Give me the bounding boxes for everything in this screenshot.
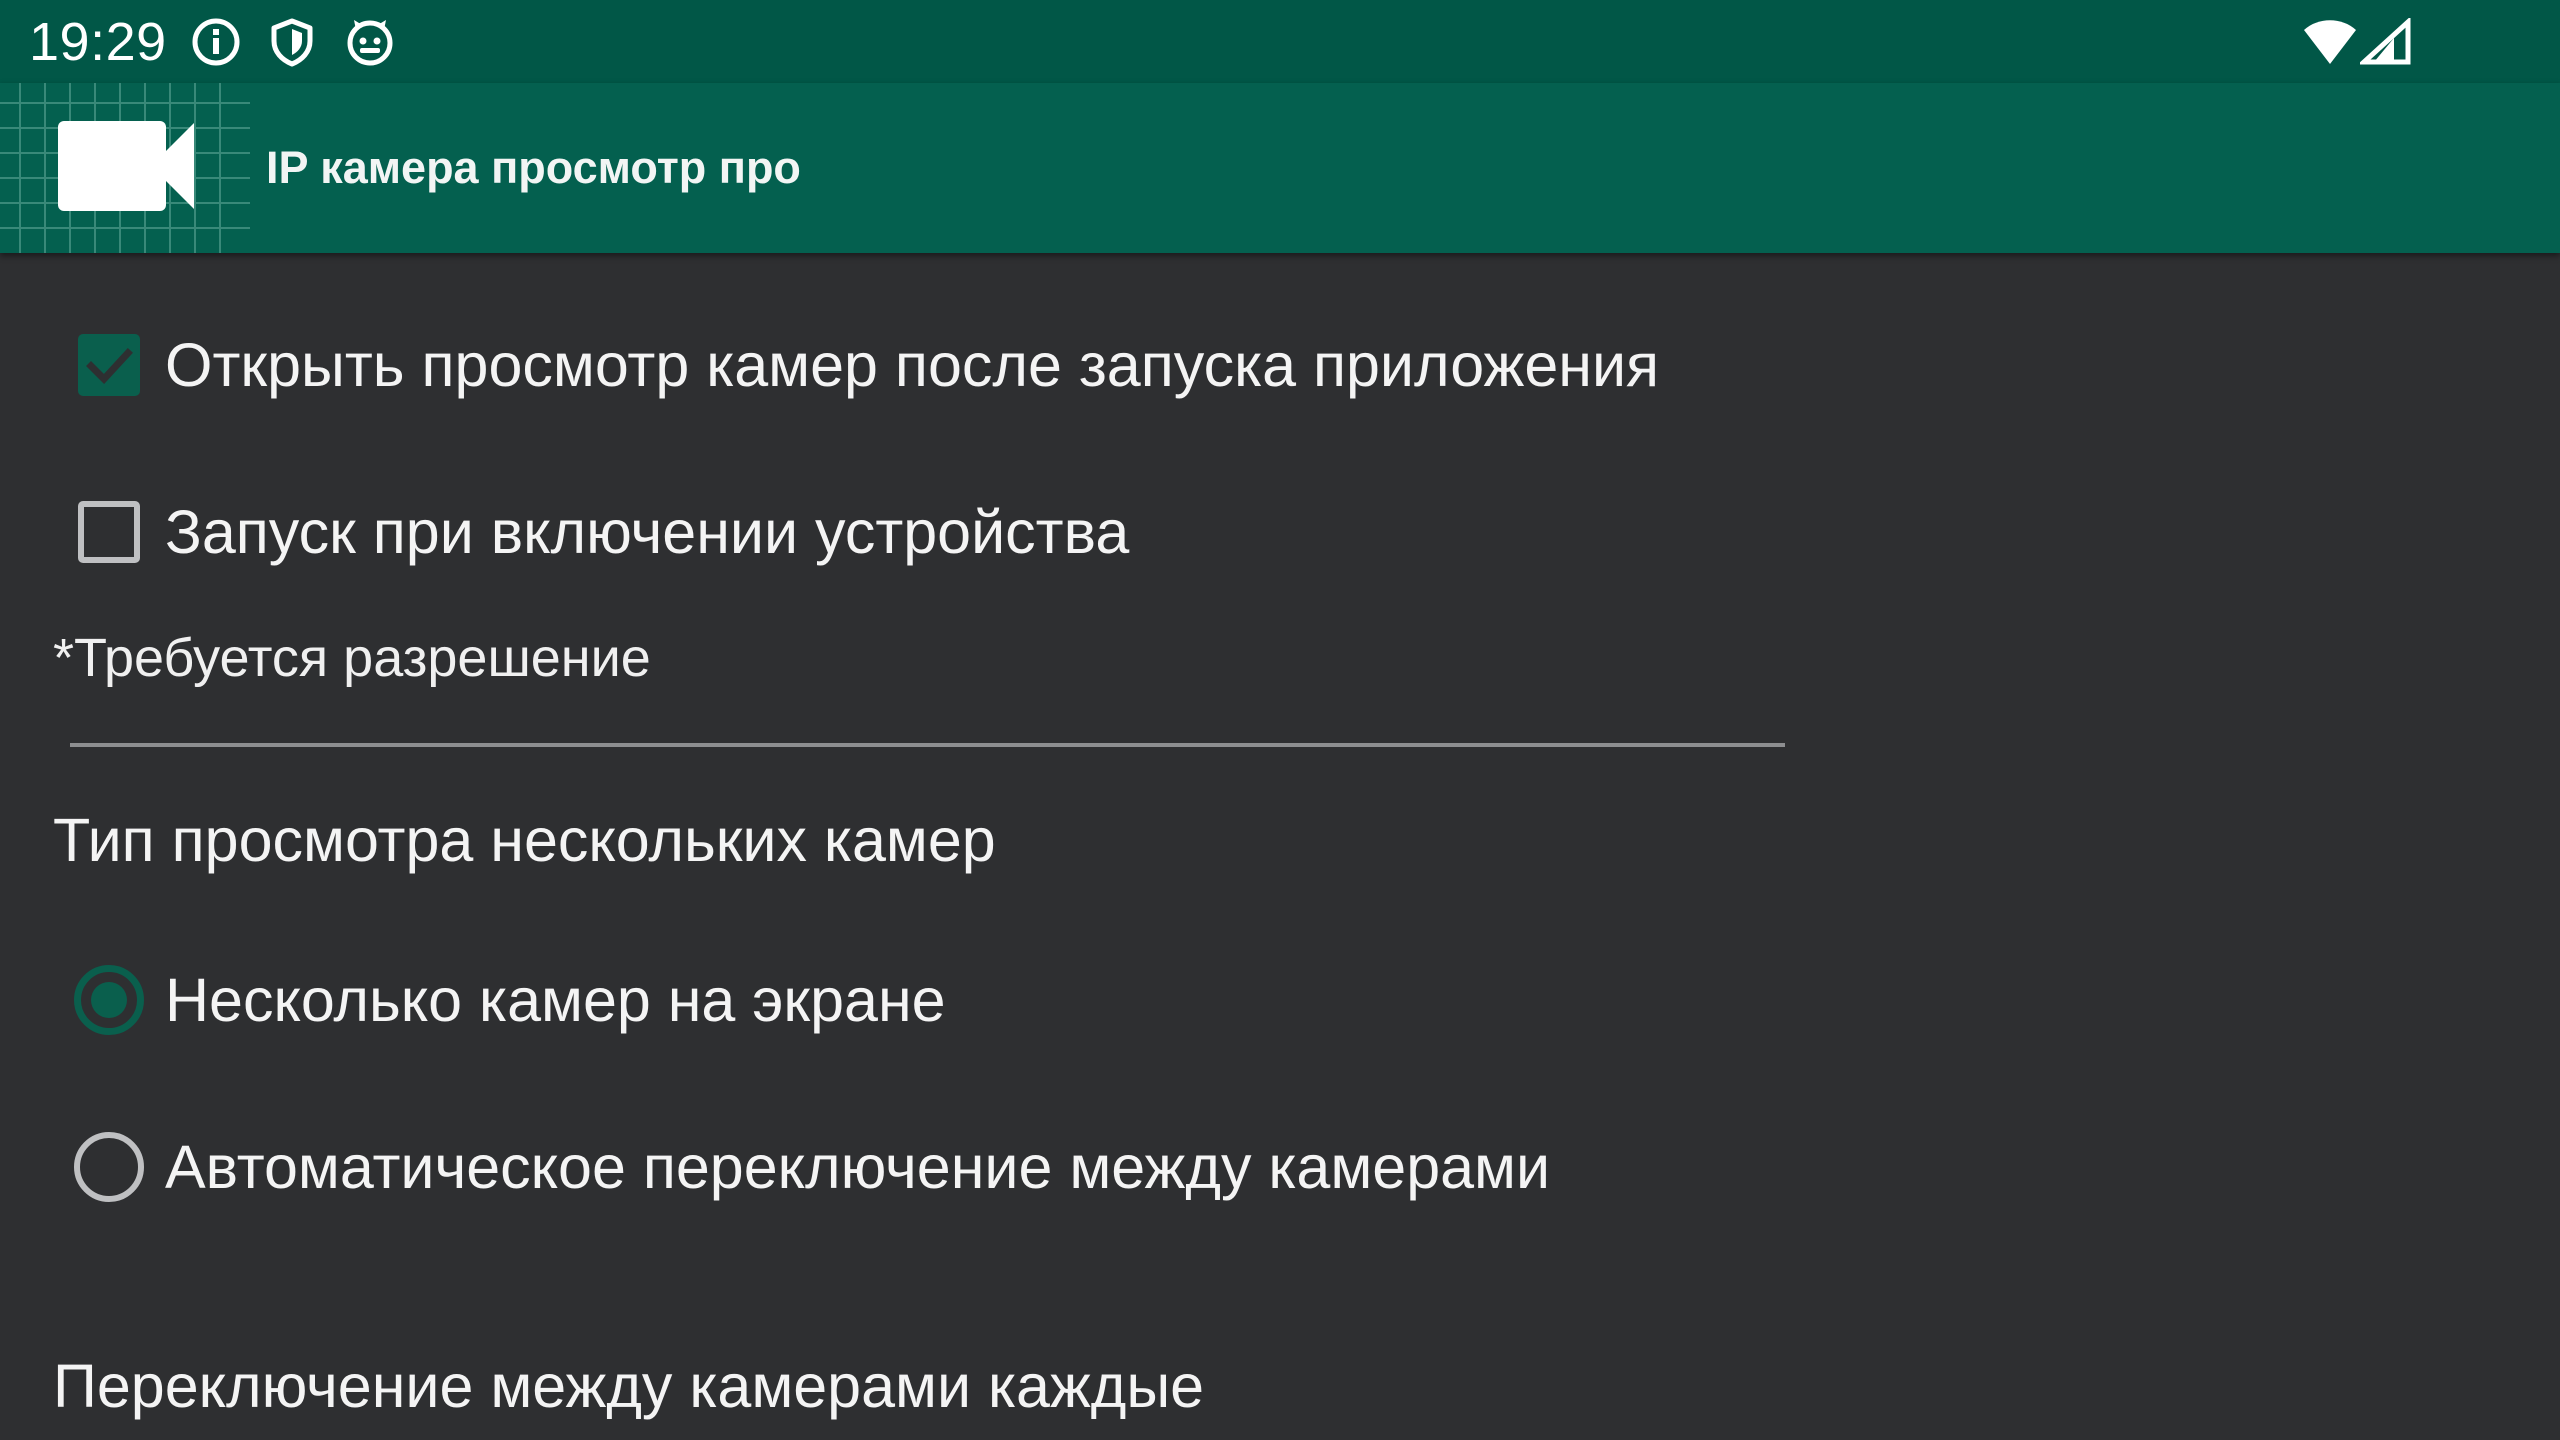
start-on-boot-label: Запуск при включении устройства [165,498,1130,566]
permission-note: *Требуется разрешение [53,628,651,688]
open-on-start-checkbox[interactable] [78,334,140,396]
multi-screen-radio[interactable] [74,965,144,1035]
divider [70,743,1785,747]
status-time: 19:29 [29,12,167,72]
cellular-signal-icon [2357,16,2412,66]
radio-option-multi-screen[interactable]: Несколько камер на экране [0,950,1800,1050]
start-on-boot-row[interactable]: Запуск при включении устройства [0,482,1800,582]
auto-switch-label: Автоматическое переключение между камера… [165,1133,1551,1201]
switch-interval-title[interactable]: Переключение между камерами каждые [53,1348,1204,1424]
app-title: IP камера просмотр про [266,142,801,193]
video-camera-icon [0,83,250,253]
app-bar: IP камера просмотр про [0,83,2560,253]
open-on-start-label: Открыть просмотр камер после запуска при… [165,331,1660,399]
status-bar: 19:29 [0,0,2560,83]
checkmark-icon [86,348,133,385]
cat-face-icon [344,16,396,68]
multi-screen-label: Несколько камер на экране [165,966,946,1034]
radio-option-auto-switch[interactable]: Автоматическое переключение между камера… [0,1117,1800,1217]
open-on-start-row[interactable]: Открыть просмотр камер после запуска при… [0,315,1800,415]
info-icon [190,16,242,68]
shield-icon [266,16,318,68]
auto-switch-radio[interactable] [74,1132,144,1202]
start-on-boot-checkbox[interactable] [78,501,140,563]
settings-content: Открыть просмотр камер после запуска при… [0,253,2560,1440]
wifi-icon [2302,18,2358,66]
multi-view-title: Тип просмотра нескольких камер [53,806,996,874]
